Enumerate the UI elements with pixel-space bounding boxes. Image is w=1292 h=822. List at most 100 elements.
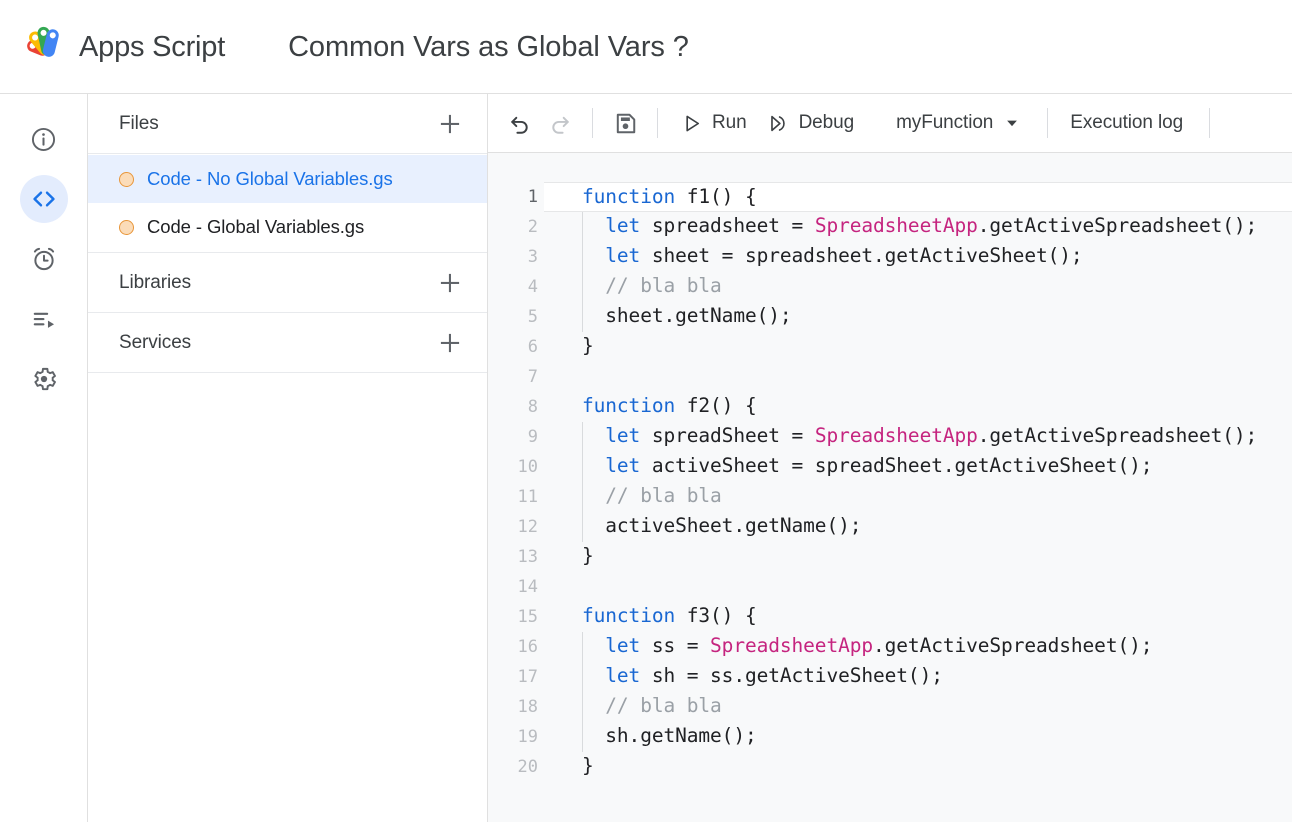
add-service-button[interactable] [433,326,467,360]
code-line[interactable]: 14 [488,572,1292,602]
save-button[interactable] [605,103,645,143]
code-token: .getActiveSpreadsheet(); [977,214,1258,237]
indent-guide [582,512,583,542]
code-line[interactable]: 10 let activeSheet = spreadSheet.getActi… [488,452,1292,482]
code-token: ss = [640,634,711,657]
redo-button[interactable] [540,103,580,143]
code-line[interactable]: 7 [488,362,1292,392]
line-number: 1 [527,187,538,207]
list-item[interactable]: Code - No Global Variables.gs [88,155,487,203]
undo-arrow-icon [511,116,528,134]
code-line-text: sheet.getName(); [544,302,1292,332]
libraries-section-header[interactable]: Libraries [88,253,487,312]
sidebar-item-editor[interactable] [19,175,68,223]
code-line[interactable]: 4 // bla bla [488,272,1292,302]
code-line[interactable]: 12 activeSheet.getName(); [488,512,1292,542]
app-header: Apps Script Common Vars as Global Vars ? [0,0,1292,94]
services-section-header[interactable]: Services [88,313,487,372]
code-line-text: // bla bla [544,692,1292,722]
indent-guide [582,212,583,242]
code-token: sheet.getName(); [582,304,792,327]
indent-guide [582,692,583,722]
code-line[interactable]: 17 let sh = ss.getActiveSheet(); [488,662,1292,692]
code-token: // bla bla [605,694,722,717]
toolbar-separator [1047,108,1049,138]
line-number: 17 [517,667,538,687]
line-number: 20 [517,757,538,777]
plus-icon [440,114,460,133]
apps-script-window: Apps Script Common Vars as Global Vars ? [0,0,1292,822]
redo-arrow-icon [552,116,569,134]
code-line[interactable]: 16 let ss = SpreadsheetApp.getActiveSpre… [488,632,1292,662]
run-label: Run [712,112,747,133]
code-token: sh = ss.getActiveSheet(); [640,664,943,687]
file-circle-icon [119,219,134,235]
file-name: Code - No Global Variables.gs [147,168,393,189]
code-line[interactable]: 13} [488,542,1292,572]
sidebar-item-overview[interactable] [20,115,68,163]
code-line[interactable]: 2 let spreadsheet = SpreadsheetApp.getAc… [488,212,1292,242]
code-line[interactable]: 8 function f2() { [488,392,1292,422]
code-token: } [582,334,594,357]
code-line-text: } [544,332,1292,362]
add-library-button[interactable] [433,266,467,300]
code-token: } [582,544,594,567]
sidebar-item-triggers[interactable] [20,235,68,283]
code-token: spreadsheet = [640,214,815,237]
execution-log-label: Execution log [1070,112,1184,133]
toolbar-separator [1209,108,1211,138]
debug-button[interactable]: Debug [757,103,865,143]
code-line[interactable]: 5 sheet.getName(); [488,302,1292,332]
code-line[interactable]: 1 function f1() { [488,182,1292,212]
code-line[interactable]: 19 sh.getName(); [488,722,1292,752]
code-token: f1() { [675,185,757,208]
execution-log-button[interactable]: Execution log [1060,103,1193,143]
brand[interactable]: Apps Script [22,24,225,70]
code-token: spreadSheet = [640,424,815,447]
code-line-text: let sheet = spreadsheet.getActiveSheet()… [544,242,1292,272]
code-line[interactable]: 3 let sheet = spreadsheet.getActiveSheet… [488,242,1292,272]
files-section-title: Files [119,112,159,134]
code-line[interactable]: 9 let spreadSheet = SpreadsheetApp.getAc… [488,422,1292,452]
code-token: let [605,634,641,657]
undo-button[interactable] [500,103,540,143]
line-number: 9 [527,427,538,447]
code-line-text: // bla bla [544,272,1292,302]
line-number: 13 [517,547,538,567]
services-section-title: Services [119,331,192,353]
function-select[interactable]: myFunction [886,103,1031,143]
line-number: 8 [527,397,538,417]
sidebar-item-project-settings[interactable] [20,355,68,403]
indent-guide [582,272,583,302]
code-line-text: let activeSheet = spreadSheet.getActiveS… [544,452,1292,482]
code-line[interactable]: 20} [488,752,1292,782]
code-line[interactable]: 18 // bla bla [488,692,1292,722]
code-line-text: function f3() { [544,602,1292,632]
code-line[interactable]: 15 function f3() { [488,602,1292,632]
run-button[interactable]: Run [670,103,757,143]
files-section-header: Files [88,94,487,153]
list-item[interactable]: Code - Global Variables.gs [88,203,487,251]
code-token: .getActiveSpreadsheet(); [977,424,1258,447]
code-token: let [605,244,641,267]
section-divider [88,372,487,373]
line-number: 19 [517,727,538,747]
code-editor[interactable]: 1 function f1() {2 let spreadsheet = Spre… [488,153,1292,822]
page-title[interactable]: Common Vars as Global Vars ? [288,31,689,64]
add-file-button[interactable] [433,107,467,141]
code-token: sheet = spreadsheet.getActiveSheet(); [640,244,1083,267]
code-token: let [605,454,641,477]
code-line[interactable]: 11 // bla bla [488,482,1292,512]
indent-guide [582,422,583,452]
plus-icon [440,333,460,352]
code-line[interactable]: 6} [488,332,1292,362]
sidebar-item-executions[interactable] [20,295,68,343]
play-triangle-icon [686,115,700,131]
